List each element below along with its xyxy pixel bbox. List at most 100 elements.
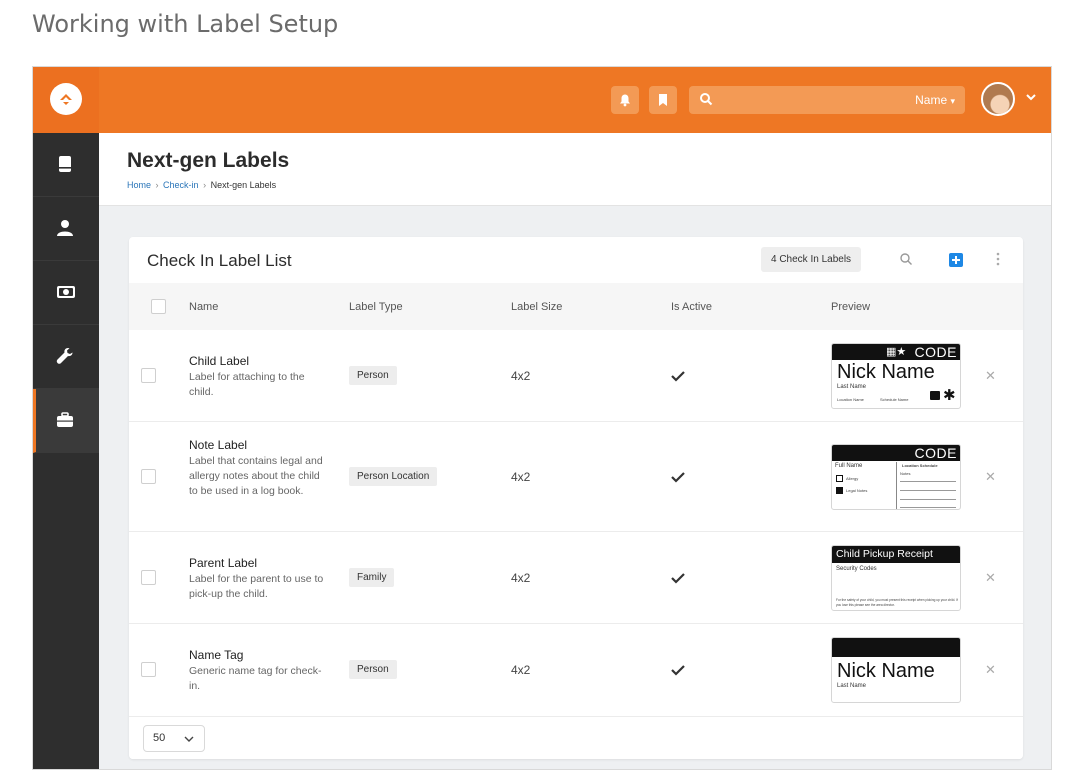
label-size: 4x2	[511, 571, 531, 585]
chevron-right-icon: ›	[155, 180, 159, 190]
preview-code: CODE	[914, 445, 957, 461]
more-vertical-icon[interactable]	[995, 251, 1001, 267]
bell-icon	[620, 94, 630, 107]
chevron-down-icon	[184, 736, 194, 742]
asterisk-icon: ✱	[943, 387, 956, 404]
row-checkbox[interactable]	[141, 570, 156, 585]
money-icon	[57, 286, 75, 298]
rock-logo[interactable]	[33, 67, 99, 133]
column-label-size[interactable]: Label Size	[511, 301, 562, 313]
page-size-select[interactable]: 50	[143, 725, 205, 752]
preview-allergy: Allergy	[846, 476, 859, 481]
label-name: Parent Label	[189, 556, 258, 570]
label-count-badge: 4 Check In Labels	[761, 247, 862, 272]
delete-icon[interactable]: ✕	[985, 469, 996, 485]
label-name: Note Label	[189, 438, 248, 452]
table-row[interactable]: Note Label Label that contains legal and…	[129, 422, 1023, 532]
label-preview[interactable]: Nick Name Last Name	[831, 637, 961, 703]
sidebar	[33, 133, 99, 769]
panel-footer: 50	[129, 717, 1023, 759]
label-preview[interactable]: Child Pickup Receipt Security Codes For …	[831, 545, 961, 611]
preview-rule	[900, 481, 956, 482]
bookmarks-button[interactable]	[649, 86, 677, 114]
label-size: 4x2	[511, 663, 531, 677]
delete-icon[interactable]: ✕	[985, 570, 996, 586]
column-label-type[interactable]: Label Type	[349, 301, 403, 313]
allergy-icon	[836, 475, 843, 482]
row-checkbox[interactable]	[141, 368, 156, 383]
preview-full-name: Full Name	[835, 463, 863, 469]
preview-notes: Notes	[900, 471, 911, 476]
panel-header: Check In Label List 4 Check In Labels	[129, 237, 1023, 283]
notifications-button[interactable]	[611, 86, 639, 114]
check-icon	[671, 665, 685, 676]
preview-location-schedule: Location Schedule	[902, 463, 938, 468]
sidebar-item-tools[interactable]	[33, 325, 99, 389]
breadcrumb-check-in[interactable]: Check-in	[163, 180, 199, 190]
page-header: Next-gen Labels Home › Check-in › Next-g…	[99, 133, 1051, 206]
select-all-checkbox[interactable]	[151, 299, 166, 314]
label-description: Generic name tag for check-in.	[189, 665, 322, 692]
preview-code: CODE	[914, 344, 957, 360]
breadcrumb-home[interactable]: Home	[127, 180, 151, 190]
table-row[interactable]: Child Label Label for attaching to the c…	[129, 330, 1023, 422]
wrench-icon	[56, 348, 73, 364]
label-preview[interactable]: CODE Full Name Location Schedule Allergy…	[831, 444, 961, 510]
column-is-active[interactable]: Is Active	[671, 301, 712, 313]
preview-last-name: Last Name	[837, 384, 867, 390]
label-type-badge: Person	[349, 366, 397, 385]
preview-receipt-title: Child Pickup Receipt	[836, 548, 933, 560]
preview-icons: ▦★	[886, 346, 907, 358]
check-icon	[671, 472, 685, 483]
top-bar: Name ▾	[33, 67, 1051, 133]
preview-legal: Legal Notes	[846, 488, 868, 493]
avatar[interactable]	[981, 82, 1015, 116]
avatar-photo	[983, 84, 1013, 114]
delete-icon[interactable]: ✕	[985, 662, 996, 678]
delete-icon[interactable]: ✕	[985, 368, 996, 384]
sidebar-item-admin[interactable]	[33, 389, 99, 453]
preview-rule	[900, 490, 956, 491]
row-checkbox[interactable]	[141, 662, 156, 677]
breadcrumb: Home › Check-in › Next-gen Labels	[127, 180, 276, 190]
preview-rule	[900, 507, 956, 508]
preview-header-band: ▦★ CODE	[832, 344, 960, 360]
preview-header-band	[832, 638, 960, 657]
search-icon	[700, 93, 713, 106]
search-box[interactable]: Name ▾	[689, 86, 965, 114]
chevron-down-icon[interactable]	[1025, 91, 1037, 103]
check-in-label-panel: Check In Label List 4 Check In Labels Na…	[129, 237, 1023, 759]
preview-security-codes: Security Codes	[836, 566, 877, 572]
preview-last-name: Last Name	[837, 683, 867, 689]
preview-rule	[900, 499, 956, 500]
table-row[interactable]: Name Tag Generic name tag for check-in. …	[129, 624, 1023, 717]
preview-fine-print: For the safety of your child, you must p…	[836, 598, 958, 607]
preview-divider	[896, 462, 897, 509]
check-icon	[671, 573, 685, 584]
label-name: Name Tag	[189, 648, 244, 662]
breadcrumb-current: Next-gen Labels	[210, 180, 277, 190]
caret-down-icon: ▾	[950, 96, 955, 106]
logo-mark-icon	[60, 94, 72, 105]
document-title: Working with Label Setup	[32, 10, 339, 38]
sidebar-item-people[interactable]	[33, 197, 99, 261]
check-icon	[671, 371, 685, 382]
label-name: Child Label	[189, 354, 250, 368]
label-preview[interactable]: ▦★ CODE Nick Name Last Name Location Nam…	[831, 343, 961, 409]
search-scope-label: Name	[915, 93, 948, 107]
add-label-button[interactable]	[949, 253, 963, 267]
book-icon	[59, 156, 71, 172]
search-scope-dropdown[interactable]: Name ▾	[915, 93, 955, 107]
page-title: Next-gen Labels	[127, 149, 290, 172]
row-checkbox[interactable]	[141, 469, 156, 484]
preview-nick-name: Nick Name	[837, 660, 935, 682]
sidebar-item-finance[interactable]	[33, 261, 99, 325]
sidebar-item-book[interactable]	[33, 133, 99, 197]
search-icon[interactable]	[899, 252, 913, 266]
legal-icon	[836, 487, 843, 494]
label-type-badge: Family	[349, 568, 395, 587]
chevron-right-icon: ›	[203, 180, 207, 190]
column-name[interactable]: Name	[189, 301, 218, 313]
table-row[interactable]: Parent Label Label for the parent to use…	[129, 532, 1023, 624]
app-window: Name ▾ Next-gen Labels Home › Check-in ›…	[32, 66, 1052, 770]
